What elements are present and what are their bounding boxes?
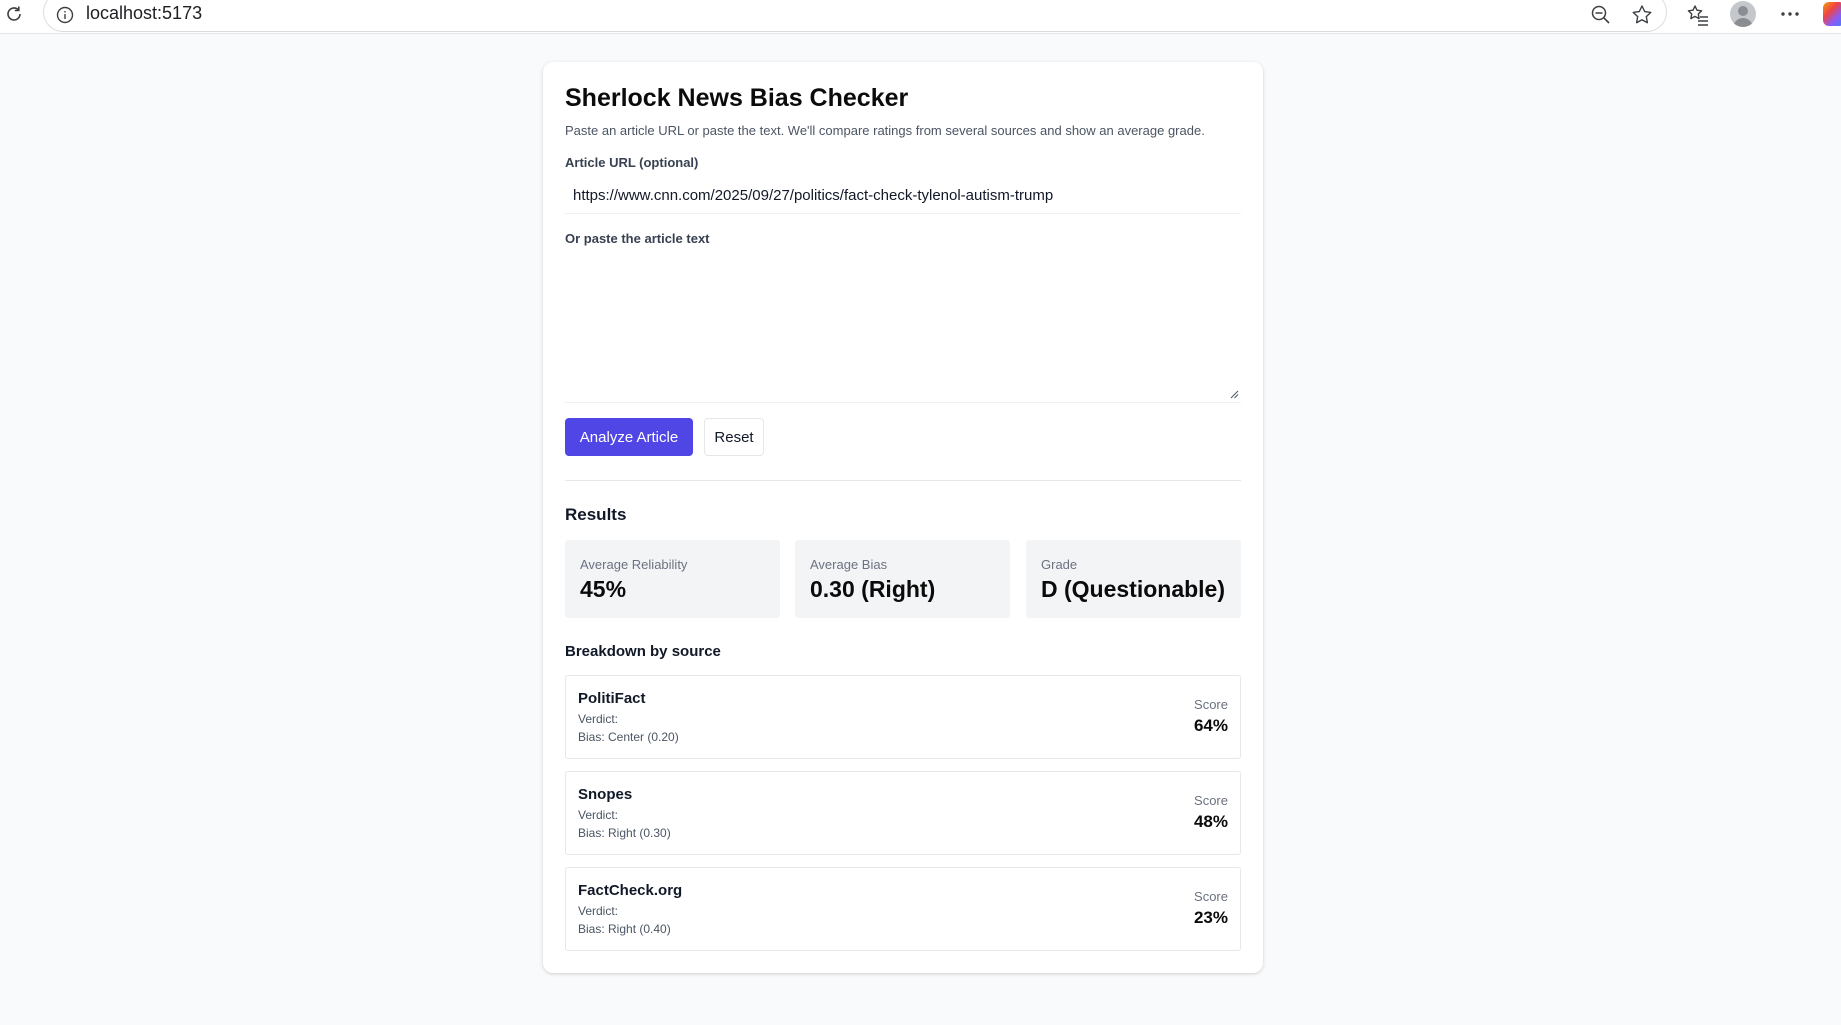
more-icon[interactable]	[1778, 2, 1802, 26]
source-bias: Bias: Center (0.20)	[578, 730, 679, 744]
article-url-input[interactable]	[565, 178, 1241, 214]
bias-checker-card: Sherlock News Bias Checker Paste an arti…	[543, 62, 1263, 973]
source-score: 64%	[1193, 716, 1228, 735]
stat-label: Average Reliability	[580, 557, 688, 572]
browser-toolbar: localhost:5173	[0, 0, 1841, 34]
resize-handle-icon[interactable]	[1229, 389, 1239, 399]
stat-average-reliability: Average Reliability 45%	[565, 540, 780, 618]
results-heading: Results	[565, 505, 627, 524]
source-verdict: Verdict:	[578, 904, 619, 918]
source-name: Snopes	[578, 786, 633, 803]
source-bias: Bias: Right (0.30)	[578, 826, 671, 840]
url-label: Article URL (optional)	[565, 155, 699, 170]
address-url[interactable]: localhost:5173	[86, 3, 202, 24]
reload-icon[interactable]	[4, 4, 24, 24]
zoom-out-icon[interactable]	[1590, 4, 1612, 26]
reset-button[interactable]: Reset	[704, 418, 764, 456]
source-score-label: Score	[1194, 697, 1228, 712]
source-card-snopes: Snopes Verdict: Bias: Right (0.30) Score…	[565, 771, 1241, 855]
stat-average-bias: Average Bias 0.30 (Right)	[795, 540, 1010, 618]
section-divider	[565, 480, 1241, 481]
analyze-article-button[interactable]: Analyze Article	[565, 418, 693, 456]
stat-value: 45%	[580, 576, 627, 602]
source-bias: Bias: Right (0.40)	[578, 922, 671, 936]
source-name: FactCheck.org	[578, 882, 683, 899]
article-text-input[interactable]	[565, 254, 1241, 403]
source-verdict: Verdict:	[578, 712, 619, 726]
address-bar[interactable]: localhost:5173	[43, 0, 1667, 32]
source-score-label: Score	[1194, 889, 1228, 904]
source-score-label: Score	[1194, 793, 1228, 808]
text-label: Or paste the article text	[565, 231, 710, 246]
stat-label: Grade	[1041, 557, 1078, 572]
stat-grade: Grade D (Questionable)	[1026, 540, 1241, 618]
page-title: Sherlock News Bias Checker	[565, 84, 909, 112]
stat-value: D (Questionable)	[1041, 576, 1226, 602]
star-icon[interactable]	[1630, 3, 1654, 27]
copilot-icon[interactable]	[1823, 2, 1841, 26]
info-icon[interactable]	[56, 6, 74, 24]
favorites-icon[interactable]	[1686, 3, 1710, 27]
profile-icon[interactable]	[1730, 1, 1756, 27]
source-name: PolitiFact	[578, 690, 646, 707]
source-verdict: Verdict:	[578, 808, 619, 822]
source-card-politifact: PolitiFact Verdict: Bias: Center (0.20) …	[565, 675, 1241, 759]
breakdown-heading: Breakdown by source	[565, 643, 721, 660]
source-card-factcheck: FactCheck.org Verdict: Bias: Right (0.40…	[565, 867, 1241, 951]
stat-value: 0.30 (Right)	[810, 576, 936, 602]
stat-label: Average Bias	[810, 557, 888, 572]
source-score: 23%	[1193, 908, 1228, 927]
page-subtitle: Paste an article URL or paste the text. …	[565, 123, 1205, 138]
source-score: 48%	[1193, 812, 1228, 831]
